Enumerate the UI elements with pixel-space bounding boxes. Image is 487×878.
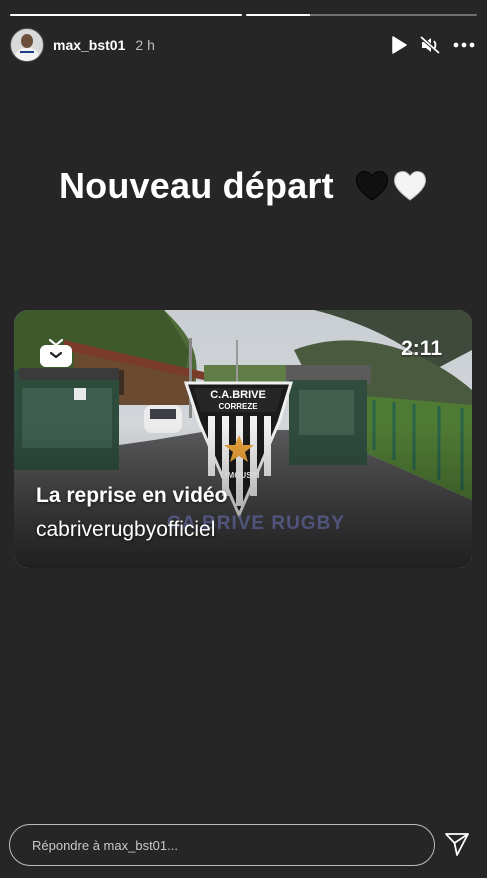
more-options-icon[interactable] (453, 42, 475, 48)
video-duration: 2:11 (401, 337, 442, 360)
reply-field[interactable] (9, 824, 435, 866)
story-headline: Nouveau départ (0, 165, 487, 207)
video-account[interactable]: cabriverugbyofficiel (36, 518, 215, 542)
avatar[interactable] (10, 28, 44, 62)
play-icon[interactable] (391, 36, 407, 54)
reply-input[interactable] (30, 836, 414, 854)
hearts (354, 168, 428, 202)
igtv-icon (40, 338, 72, 367)
timestamp: 2 h (135, 37, 155, 53)
progress-segment-2 (245, 14, 477, 16)
username[interactable]: max_bst01 (53, 37, 125, 53)
story-progress (10, 14, 477, 17)
story-header: max_bst01 2 h (10, 28, 475, 62)
video-title: La reprise en vidéo (36, 484, 228, 507)
headline-text: Nouveau départ (58, 165, 334, 206)
send-icon[interactable] (443, 830, 471, 858)
black-heart-icon (356, 171, 389, 201)
white-heart-icon (394, 171, 427, 201)
shared-video-card[interactable]: C.A.BRIVE CORREZE LIMOUSIN CA BRIVE RUGB… (14, 310, 472, 568)
progress-segment-1 (10, 14, 242, 16)
mute-icon[interactable] (420, 36, 440, 54)
